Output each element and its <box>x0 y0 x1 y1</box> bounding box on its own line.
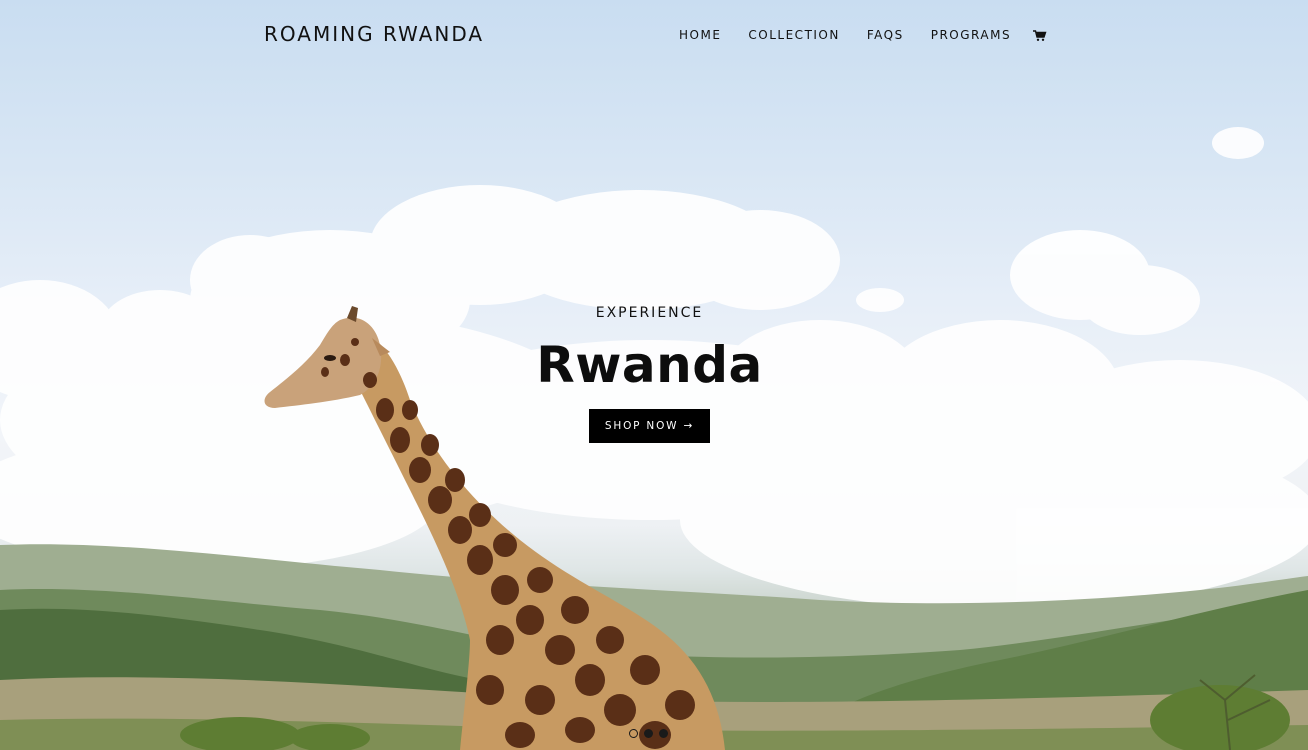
shopping-cart-icon[interactable] <box>1033 27 1047 41</box>
nav-item-collection[interactable]: COLLECTION <box>748 28 839 42</box>
slide-dot-2[interactable] <box>644 729 653 738</box>
site-logo[interactable]: ROAMING RWANDA <box>264 22 484 46</box>
nav-item-faqs[interactable]: FAQS <box>867 28 904 42</box>
hero-banner: ROAMING RWANDA HOME COLLECTION FAQS PROG… <box>0 0 1308 750</box>
nav-item-home[interactable]: HOME <box>679 28 721 42</box>
hero-eyebrow: EXPERIENCE <box>595 305 704 321</box>
main-nav: HOME COLLECTION FAQS PROGRAMS <box>679 28 1047 42</box>
shop-now-button[interactable]: SHOP NOW → <box>588 409 711 443</box>
site-header: ROAMING RWANDA HOME COLLECTION FAQS PROG… <box>0 0 1308 70</box>
slide-dot-3[interactable] <box>659 729 668 738</box>
hero-content: EXPERIENCE Rwanda SHOP NOW → <box>0 303 1299 443</box>
hero-headline: Rwanda <box>536 336 763 394</box>
slide-dot-1[interactable] <box>629 729 638 738</box>
nav-item-programs[interactable]: PROGRAMS <box>931 28 1011 42</box>
slideshow-dots <box>629 729 668 738</box>
